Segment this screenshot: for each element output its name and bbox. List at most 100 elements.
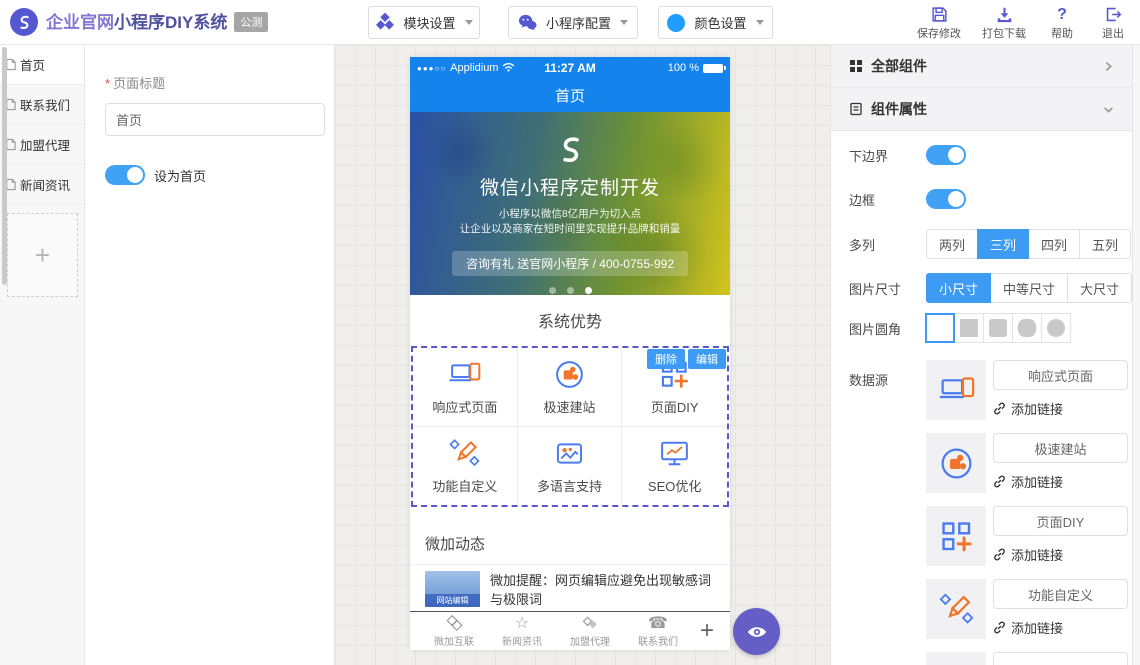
data-source-title-input[interactable] [993, 506, 1128, 536]
image-size-medium[interactable]: 中等尺寸 [990, 273, 1068, 303]
sidebar-item-news[interactable]: 新闻资讯 [0, 165, 84, 205]
data-source-title-input[interactable] [993, 652, 1128, 665]
add-page-button[interactable]: + [7, 213, 78, 297]
help-icon: ? [1057, 4, 1067, 23]
tab-contact[interactable]: ☎ 联系我们 [624, 615, 692, 648]
page-settings-panel: *页面标题 设为首页 [85, 45, 335, 665]
data-source-tile[interactable] [926, 360, 986, 420]
data-source-item: 添加链接 [926, 506, 1128, 566]
data-source-title-input[interactable] [993, 579, 1128, 609]
preview-button[interactable] [733, 608, 780, 655]
carousel-dots [410, 287, 730, 294]
columns-option-5[interactable]: 五列 [1079, 229, 1131, 259]
news-section-title: 微加动态 [410, 508, 730, 565]
app-logo [10, 8, 38, 36]
star-icon: ☆ [515, 615, 529, 632]
bottom-border-toggle[interactable] [926, 145, 966, 165]
banner-carousel-module[interactable]: 微信小程序定制开发 小程序以微信8亿用户为切入点 让企业以及商家在短时间里实现提… [410, 112, 730, 295]
radius-option-rounder[interactable] [1012, 313, 1042, 343]
required-mark: * [105, 76, 110, 91]
news-headline: 微加提醒：网页编辑应避免出现敏感词与极限词 [490, 571, 718, 611]
add-link-button[interactable]: 添加链接 [993, 545, 1128, 564]
chevron-right-icon [1103, 61, 1114, 72]
data-source-item: 添加链接 [926, 360, 1128, 420]
chevron-down-icon [465, 20, 473, 25]
exit-button[interactable]: 退出 [1096, 4, 1130, 41]
columns-option-3[interactable]: 三列 [977, 229, 1029, 259]
image-radius-label: 图片圆角 [849, 319, 926, 338]
all-components-header[interactable]: 全部组件 [831, 45, 1132, 88]
feature-cells: 响应式页面 极速建站 页面DIY 功能自定义 [413, 348, 727, 505]
delete-button[interactable]: 删除 [647, 349, 685, 369]
module-settings-button[interactable]: 模块设置 [368, 6, 480, 39]
sidebar-item-label: 新闻资讯 [20, 175, 70, 194]
radius-option-circle[interactable] [1041, 313, 1071, 343]
battery-label: 100 % [668, 62, 699, 74]
news-list-item[interactable]: 网站编辑 微加提醒：网页编辑应避免出现敏感词与极限词 [410, 565, 730, 611]
panel-scrollbar-thumb[interactable] [2, 47, 7, 285]
miniprogram-config-button[interactable]: 小程序配置 [508, 6, 638, 39]
border-row: 边框 [831, 189, 1132, 209]
save-button[interactable]: 保存修改 [915, 4, 963, 41]
feature-grid-module[interactable]: 删除 编辑 响应式页面 极速建站 页面DIY [410, 345, 730, 508]
banner-cta-button[interactable]: 咨询有礼 送官网小程序 / 400-0755-992 [452, 251, 688, 276]
radius-option-rounded[interactable] [983, 313, 1013, 343]
tab-agency[interactable]: 加盟代理 [556, 615, 624, 648]
border-toggle[interactable] [926, 189, 966, 209]
data-source-title-input[interactable] [993, 433, 1128, 463]
feature-seo[interactable]: SEO优化 [622, 427, 727, 505]
add-link-button[interactable]: 添加链接 [993, 618, 1128, 637]
component-properties-header[interactable]: 组件属性 [831, 88, 1132, 131]
module-settings-label: 模块设置 [403, 13, 455, 32]
radius-option-square-selected[interactable] [925, 313, 955, 343]
sidebar-item-label: 首页 [20, 55, 45, 74]
tab-news[interactable]: ☆ 新闻资讯 [488, 615, 556, 648]
add-tab-button[interactable]: + [700, 617, 720, 645]
modules-icon [375, 13, 394, 32]
image-size-small[interactable]: 小尺寸 [926, 273, 991, 303]
data-source-tile[interactable] [926, 652, 986, 665]
data-source-item: 添加链接 [926, 579, 1128, 639]
feature-multi-language[interactable]: 多语言支持 [518, 427, 623, 505]
image-size-large[interactable]: 大尺寸 [1067, 273, 1132, 303]
columns-option-2[interactable]: 两列 [926, 229, 978, 259]
news-thumbnail-caption: 网站编辑 [425, 594, 480, 607]
phone-tabs: 微加互联 ☆ 新闻资讯 加盟代理 ☎ 联系我们 [420, 615, 692, 648]
help-button[interactable]: ? 帮助 [1045, 4, 1079, 41]
seo-icon [658, 437, 691, 470]
selection-actions: 删除 编辑 [647, 349, 726, 369]
sidebar-item-contact[interactable]: 联系我们 [0, 85, 84, 125]
columns-option-4[interactable]: 四列 [1028, 229, 1080, 259]
data-source-tile[interactable] [926, 506, 986, 566]
page-title-input[interactable] [105, 103, 325, 136]
panel-scrollbar-track[interactable] [1132, 45, 1140, 665]
set-home-toggle[interactable] [105, 165, 145, 185]
image-size-label: 图片尺寸 [849, 279, 926, 298]
data-source-tile[interactable] [926, 433, 986, 493]
custom-function-icon [448, 437, 481, 470]
sidebar-item-home[interactable]: 首页 [0, 45, 84, 85]
edit-button[interactable]: 编辑 [688, 349, 726, 369]
image-radius-options [926, 313, 1071, 343]
add-link-button[interactable]: 添加链接 [993, 399, 1128, 418]
link-icon [993, 548, 1006, 561]
data-source-item: 添加链接 [926, 433, 1128, 493]
feature-custom-function[interactable]: 功能自定义 [413, 427, 518, 505]
data-source-tile[interactable] [926, 579, 986, 639]
download-button[interactable]: 打包下载 [980, 4, 1028, 41]
properties-panel: 全部组件 组件属性 下边界 边框 多列 两列 三列 四列 五列 图片尺寸 [830, 45, 1132, 665]
responsive-page-icon [448, 358, 481, 391]
phone-tab-bar: 微加互联 ☆ 新闻资讯 加盟代理 ☎ 联系我们 + [410, 611, 730, 650]
set-home-label: 设为首页 [154, 166, 206, 185]
sidebar-item-agency[interactable]: 加盟代理 [0, 125, 84, 165]
radius-option-square[interactable] [954, 313, 984, 343]
feature-fast-build[interactable]: 极速建站 [518, 348, 623, 427]
add-link-button[interactable]: 添加链接 [993, 472, 1128, 491]
square-shape [931, 319, 949, 337]
dot [567, 287, 574, 294]
tab-weijia[interactable]: 微加互联 [420, 615, 488, 648]
image-radius-row: 图片圆角 [831, 313, 1132, 343]
data-source-title-input[interactable] [993, 360, 1128, 390]
feature-responsive[interactable]: 响应式页面 [413, 348, 518, 427]
color-settings-button[interactable]: 颜色设置 [658, 6, 773, 39]
